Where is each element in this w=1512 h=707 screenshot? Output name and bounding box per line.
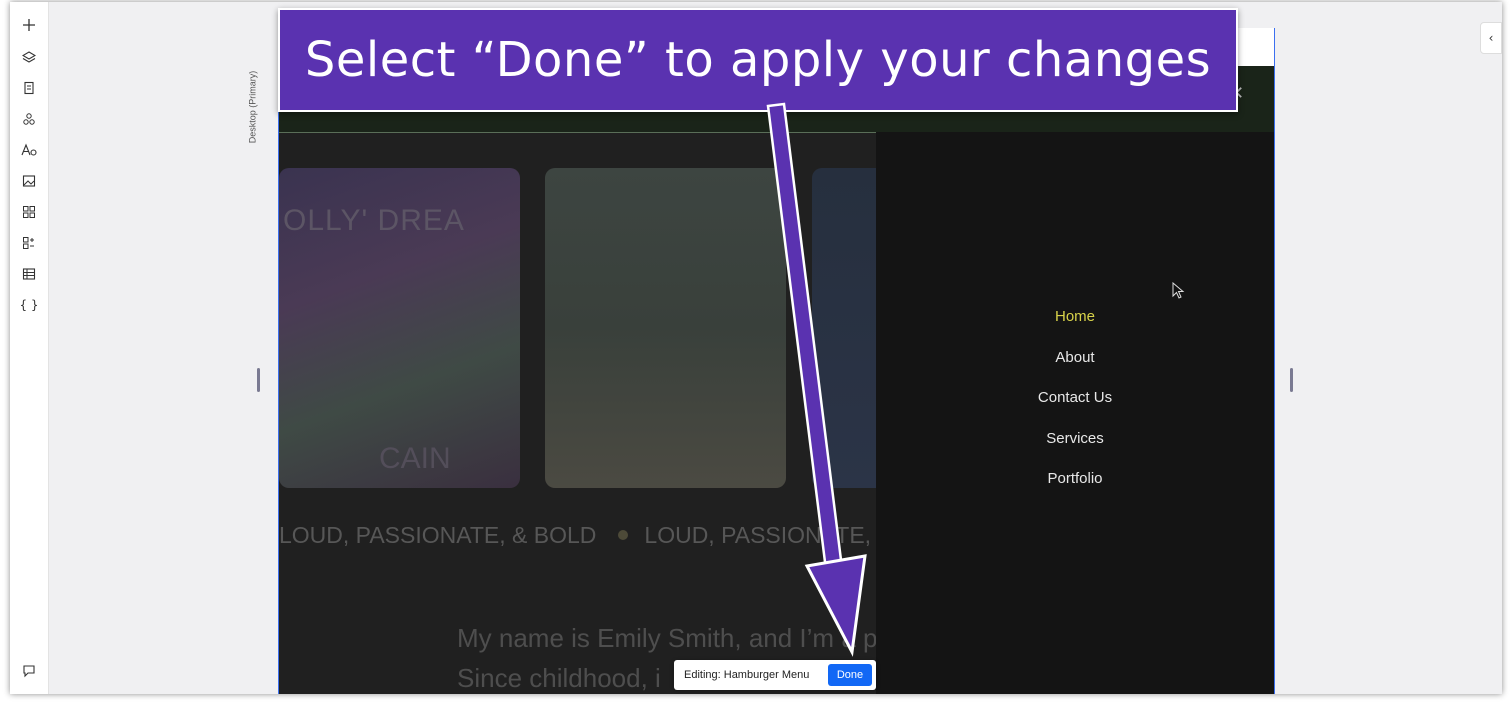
editing-context-bar: Editing: Hamburger Menu Done [674, 660, 876, 690]
media-icon[interactable] [18, 170, 40, 192]
ticker-text: LOUD, PASSIONATE, & BOLD [279, 522, 597, 548]
right-resize-handle[interactable] [1290, 368, 1293, 392]
left-toolbar: { } [10, 2, 49, 694]
mouse-cursor-icon [1172, 282, 1185, 299]
pages-icon[interactable] [18, 77, 40, 99]
menu-item-about[interactable]: About [876, 349, 1274, 366]
bio-line: My name is Emily Smith, and I’m a p [457, 623, 878, 653]
add-icon[interactable] [18, 14, 40, 36]
chevron-left-icon: ‹ [1488, 31, 1494, 45]
chat-icon[interactable] [18, 660, 40, 682]
editing-label: Editing: Hamburger Menu [684, 669, 810, 681]
ticker-dot [618, 530, 629, 540]
instruction-banner: Select “Done” to apply your changes [278, 8, 1238, 112]
code-icon[interactable]: { } [18, 294, 40, 316]
portfolio-card: OLLY' DREA CAIN [279, 168, 520, 488]
collapse-panel-button[interactable]: ‹ [1480, 22, 1502, 54]
breakpoint-label-text: Desktop (Primary) [247, 70, 258, 144]
text-theme-icon[interactable] [18, 139, 40, 161]
left-resize-handle[interactable] [257, 368, 260, 392]
instruction-text: Select “Done” to apply your changes [304, 32, 1212, 88]
ticker-text: LOUD, PASSIONATE, [644, 522, 872, 548]
widgets-icon[interactable] [18, 201, 40, 223]
menu-item-portfolio[interactable]: Portfolio [876, 470, 1274, 487]
done-button[interactable]: Done [828, 664, 872, 686]
canvas-breakpoint-label: Desktop (Primary) [247, 62, 270, 162]
card-shirt-text: OLLY' DREA [283, 204, 465, 237]
site-canvas: ✕ OLLY' DREA CAIN LOUD, PASSIONATE, & BO… [278, 28, 1275, 694]
marquee-ticker: LOUD, PASSIONATE, & BOLD LOUD, PASSIONATE… [279, 522, 871, 549]
layers-icon[interactable] [18, 46, 40, 68]
menu-item-services[interactable]: Services [876, 430, 1274, 447]
menu-item-home[interactable]: Home [876, 308, 1274, 325]
hamburger-menu-panel: Home About Contact Us Services Portfolio [876, 132, 1274, 694]
cms-table-icon[interactable] [18, 263, 40, 285]
menu-item-contact-us[interactable]: Contact Us [876, 389, 1274, 406]
apps-icon[interactable] [18, 108, 40, 130]
business-apps-icon[interactable] [18, 232, 40, 254]
portfolio-card [545, 168, 786, 488]
card-shirt-text-bottom: CAIN [379, 442, 451, 475]
